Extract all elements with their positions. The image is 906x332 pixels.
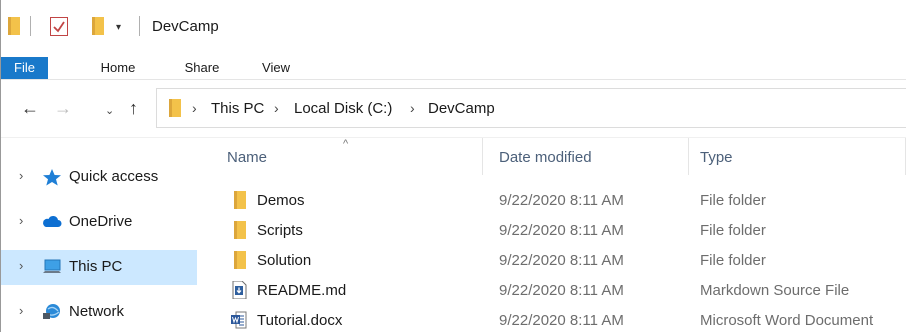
file-name: Demos [257,192,305,209]
sidebar-item-this-pc[interactable]: › This PC [1,250,197,285]
breadcrumb-local-disk[interactable]: Local Disk (C:) [294,100,392,117]
cloud-icon [43,215,62,227]
file-type: Microsoft Word Document [700,312,874,329]
sidebar-item-label: Quick access [69,168,159,185]
column-header-type[interactable]: Type [700,149,733,166]
navigation-bar: ← → ⌄ ↑ › This PC › Local Disk (C:) › De… [1,80,906,138]
table-row[interactable]: Demos 9/22/2020 8:11 AM File folder [197,188,906,218]
file-date-modified: 9/22/2020 8:11 AM [499,192,624,209]
window-title: DevCamp [152,18,219,35]
breadcrumb-devcamp[interactable]: DevCamp [428,100,495,117]
breadcrumb-separator[interactable]: › [410,100,415,116]
sort-ascending-icon: ^ [343,138,349,150]
expand-chevron-icon[interactable]: › [19,303,23,318]
file-name: Solution [257,252,312,269]
column-header-name[interactable]: Name [227,149,267,166]
properties-checkmark-icon[interactable] [50,17,68,36]
file-list: ^ Name Date modified Type Demos 9/22/202… [197,138,906,332]
file-name: Scripts [257,222,303,239]
sidebar-item-label: This PC [69,258,123,275]
toolbar-separator [139,16,140,36]
file-type: File folder [700,222,766,239]
recent-locations-button[interactable]: ⌄ [105,101,114,121]
column-divider[interactable] [482,138,483,175]
sidebar-item-quick-access[interactable]: › Quick access [1,160,197,195]
ribbon-tabs: File Home Share View [1,57,906,80]
column-header-date-modified[interactable]: Date modified [499,149,592,166]
breadcrumb-separator[interactable]: › [274,100,279,116]
file-date-modified: 9/22/2020 8:11 AM [499,282,624,299]
computer-icon [43,259,61,273]
sidebar-item-onedrive[interactable]: › OneDrive [1,205,197,240]
folder-icon [234,191,246,209]
breadcrumb-this-pc[interactable]: This PC [211,100,264,117]
file-date-modified: 9/22/2020 8:11 AM [499,312,624,329]
navigation-pane: › Quick access › OneDrive › This PC › Ne… [1,138,197,332]
file-type: Markdown Source File [700,282,850,299]
expand-chevron-icon[interactable]: › [19,258,23,273]
network-icon [43,304,60,319]
address-bar[interactable]: › This PC › Local Disk (C:) › DevCamp [156,88,906,128]
breadcrumb-separator[interactable]: › [192,100,197,116]
tab-view[interactable]: View [256,57,296,79]
file-name: README.md [257,282,347,299]
forward-button[interactable]: → [54,98,72,118]
table-row[interactable]: Tutorial.docx 9/22/2020 8:11 AM Microsof… [197,308,906,332]
tab-home[interactable]: Home [88,57,148,79]
tab-share[interactable]: Share [177,57,227,79]
sidebar-item-label: OneDrive [69,213,133,230]
table-row[interactable]: Scripts 9/22/2020 8:11 AM File folder [197,218,906,248]
file-explorer-window: ▾ DevCamp File Home Share View ← → ⌄ ↑ ›… [0,0,906,332]
back-button[interactable]: ← [21,98,39,118]
tab-file[interactable]: File [1,57,48,79]
expand-chevron-icon[interactable]: › [19,168,23,183]
column-divider[interactable] [688,138,689,175]
table-row[interactable]: README.md 9/22/2020 8:11 AM Markdown Sou… [197,278,906,308]
file-type: File folder [700,252,766,269]
file-type: File folder [700,192,766,209]
up-button[interactable]: ↑ [129,98,138,118]
folder-icon [234,251,246,269]
file-date-modified: 9/22/2020 8:11 AM [499,222,624,239]
customize-dropdown-icon[interactable]: ▾ [116,22,121,33]
folder-icon [169,99,181,117]
title-bar: ▾ DevCamp [1,0,906,56]
folder-icon [234,221,246,239]
sidebar-item-label: Network [69,303,125,320]
toolbar-separator [30,16,31,36]
markdown-file-icon [232,281,247,299]
file-date-modified: 9/22/2020 8:11 AM [499,252,624,269]
table-row[interactable]: Solution 9/22/2020 8:11 AM File folder [197,248,906,278]
star-icon [43,169,61,186]
new-folder-icon[interactable] [92,17,104,35]
file-name: Tutorial.docx [257,312,343,329]
word-document-icon [231,311,247,329]
sidebar-item-network[interactable]: › Network [1,295,197,330]
folder-icon[interactable] [8,17,20,35]
expand-chevron-icon[interactable]: › [19,213,23,228]
